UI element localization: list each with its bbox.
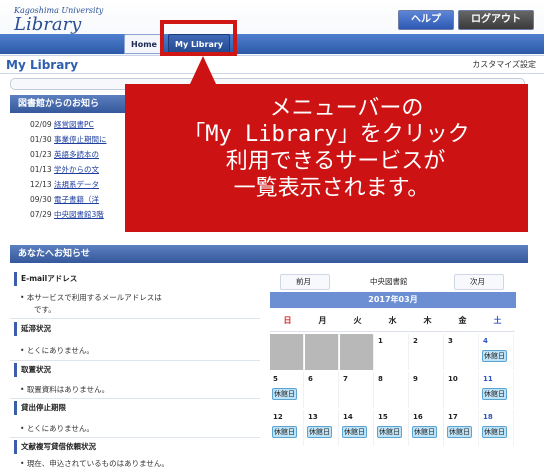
- notices-heading: あなたへお知らせ: [10, 245, 528, 263]
- closed-badge: 休館日: [307, 426, 332, 438]
- calendar-day-empty: [340, 334, 374, 370]
- callout-line-4: 一覧表示されます。: [233, 176, 430, 201]
- weekday-header: 火: [340, 310, 375, 332]
- calendar-day: 3: [445, 334, 479, 370]
- news-item[interactable]: 01/13 学外からの文: [30, 162, 107, 177]
- closed-badge: 休館日: [342, 426, 367, 438]
- closed-badge: 休館日: [482, 426, 507, 438]
- weekday-header: 木: [410, 310, 445, 332]
- callout-line-2: 「My Library」をクリック: [183, 122, 470, 147]
- weekday-header: 金: [445, 310, 480, 332]
- list-item: • とくにありません。: [20, 346, 94, 355]
- section-email: E-mailアドレス: [14, 272, 77, 286]
- calendar-day: 11 休館日: [480, 372, 514, 408]
- divider: [10, 398, 260, 399]
- section-suspension: 貸出停止期限: [14, 401, 66, 415]
- customize-link[interactable]: カスタマイズ設定: [472, 59, 536, 70]
- calendar-day: 15 休館日: [375, 410, 409, 446]
- list-item: • とくにありません。: [20, 424, 94, 433]
- closed-badge: 休館日: [412, 426, 437, 438]
- closed-badge: 休館日: [447, 426, 472, 438]
- callout-line-3: 利用できるサービスが: [225, 149, 446, 174]
- title-bar: My Library カスタマイズ設定: [0, 56, 544, 74]
- calendar-day: 10: [445, 372, 479, 408]
- section-ill-requests: 文献複写貸借依頼状況: [14, 440, 96, 454]
- tab-home[interactable]: Home: [124, 34, 164, 54]
- divider: [10, 437, 260, 438]
- calendar-day: 9: [410, 372, 444, 408]
- news-list: 02/09 経営図書PC 01/30 事業停止期間に 01/23 英語多読本の …: [30, 117, 107, 222]
- library-logo[interactable]: Kagoshima University Library: [14, 6, 103, 35]
- news-item[interactable]: 01/23 英語多読本の: [30, 147, 107, 162]
- news-item[interactable]: 12/13 法規系データ: [30, 177, 107, 192]
- list-item: • 現在、申込されているものはありません。: [20, 459, 169, 468]
- help-button[interactable]: ヘルプ: [398, 10, 454, 30]
- highlight-box: [160, 20, 237, 56]
- calendar-month: 2017年03月: [270, 292, 516, 308]
- next-month-label: 次月: [470, 277, 485, 286]
- calendar-day: 12 休館日: [270, 410, 304, 446]
- calendar-day: 6: [305, 372, 339, 408]
- callout-arrow: [190, 56, 216, 84]
- closed-badge: 休館日: [272, 426, 297, 438]
- logout-button[interactable]: ログアウト: [458, 10, 534, 30]
- closed-badge: 休館日: [482, 388, 507, 400]
- logo-library-text: Library: [14, 14, 82, 35]
- divider: [10, 318, 260, 319]
- list-item: です。: [34, 305, 56, 314]
- calendar-nav: 前月 中央図書館 次月: [266, 274, 518, 290]
- section-reservations: 取置状況: [14, 363, 51, 377]
- calendar-day: 4 休館日: [480, 334, 514, 370]
- calendar-day: 17 休館日: [445, 410, 479, 446]
- news-item[interactable]: 07/29 中央図書館3階: [30, 207, 107, 222]
- weekday-header: 月: [305, 310, 340, 332]
- calendar-day-empty: [305, 334, 339, 370]
- calendar-day: 8: [375, 372, 409, 408]
- closed-badge: 休館日: [482, 350, 507, 362]
- calendar-day-empty: [270, 334, 304, 370]
- news-item[interactable]: 01/30 事業停止期間に: [30, 132, 107, 147]
- menu-bar: [0, 34, 544, 54]
- closed-badge: 休館日: [377, 426, 402, 438]
- calendar-day: 14 休館日: [340, 410, 374, 446]
- page-title: My Library: [6, 58, 79, 72]
- calendar-day: 1: [375, 334, 409, 370]
- calendar-day: 7: [340, 372, 374, 408]
- prev-month-label: 前月: [296, 277, 311, 286]
- callout-line-1: メニューバーの: [269, 96, 424, 121]
- library-label: 中央図書館: [370, 277, 408, 286]
- calendar-day: 16 休館日: [410, 410, 444, 446]
- weekday-header: 日: [270, 310, 305, 332]
- calendar-day: 2: [410, 334, 444, 370]
- list-item: • 本サービスで利用するメールアドレスは: [20, 293, 162, 302]
- list-item: • 取置資料はありません。: [20, 385, 110, 394]
- weekday-header: 土: [480, 310, 515, 332]
- calendar-day: 13 休館日: [305, 410, 339, 446]
- calendar-day: 18 休館日: [480, 410, 514, 446]
- calendar-day: 5 休館日: [270, 372, 304, 408]
- divider: [10, 360, 260, 361]
- closed-badge: 休館日: [272, 388, 297, 400]
- news-item[interactable]: 09/30 電子書籍（洋: [30, 192, 107, 207]
- top-buttons: ヘルプ ログアウト: [398, 10, 534, 30]
- section-overdue: 延滞状況: [14, 322, 51, 336]
- weekday-header: 水: [375, 310, 410, 332]
- news-item[interactable]: 02/09 経営図書PC: [30, 117, 107, 132]
